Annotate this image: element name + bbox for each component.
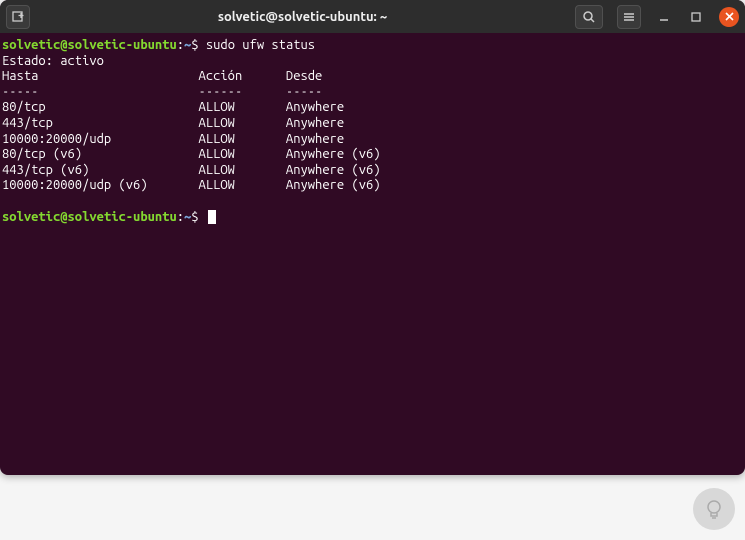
new-tab-icon — [11, 10, 25, 24]
table-divider: ----- ------ ----- — [2, 85, 743, 101]
watermark-badge — [693, 488, 735, 530]
table-row: 443/tcp ALLOW Anywhere — [2, 116, 743, 132]
prompt-line: solvetic@solvetic-ubuntu:~$ — [2, 210, 743, 226]
cursor — [208, 210, 216, 224]
lightbulb-icon — [702, 497, 726, 521]
table-row: 80/tcp ALLOW Anywhere — [2, 100, 743, 116]
command-line: solvetic@solvetic-ubuntu:~$ sudo ufw sta… — [2, 38, 743, 54]
window-title: solvetic@solvetic-ubuntu: ~ — [36, 10, 569, 24]
blank-line — [2, 194, 743, 210]
table-row: 80/tcp (v6) ALLOW Anywhere (v6) — [2, 147, 743, 163]
prompt-user: solvetic@solvetic-ubuntu — [2, 210, 177, 224]
terminal-window: solvetic@solvetic-ubuntu: ~ — [0, 0, 745, 475]
prompt-dollar: $ — [191, 210, 198, 224]
close-button[interactable] — [719, 7, 739, 27]
status-line: Estado: activo — [2, 54, 743, 70]
maximize-button[interactable] — [687, 8, 705, 26]
maximize-icon — [690, 11, 702, 23]
table-header: Hasta Acción Desde — [2, 69, 743, 85]
minimize-button[interactable] — [655, 8, 673, 26]
prompt-separator: : — [177, 38, 184, 52]
prompt-user: solvetic@solvetic-ubuntu — [2, 38, 177, 52]
prompt-separator: : — [177, 210, 184, 224]
hamburger-icon — [622, 10, 636, 24]
table-row: 10000:20000/udp ALLOW Anywhere — [2, 132, 743, 148]
table-row: 443/tcp (v6) ALLOW Anywhere (v6) — [2, 163, 743, 179]
terminal-output[interactable]: solvetic@solvetic-ubuntu:~$ sudo ufw sta… — [0, 33, 745, 230]
menu-button[interactable] — [617, 5, 641, 29]
prompt-dollar: $ — [191, 38, 198, 52]
search-icon — [582, 10, 596, 24]
search-button[interactable] — [575, 5, 603, 29]
minimize-icon — [658, 11, 670, 23]
new-tab-button[interactable] — [6, 5, 30, 29]
titlebar: solvetic@solvetic-ubuntu: ~ — [0, 0, 745, 33]
command-text: sudo ufw status — [206, 38, 315, 52]
close-icon — [725, 12, 734, 21]
table-row: 10000:20000/udp (v6) ALLOW Anywhere (v6) — [2, 178, 743, 194]
